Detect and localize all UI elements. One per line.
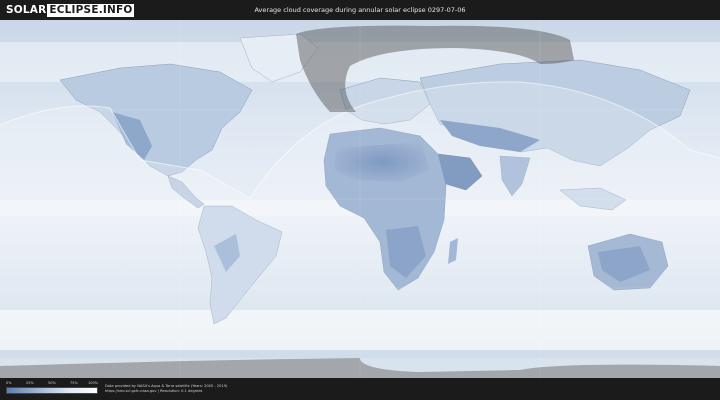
legend-tick-25: 25% [26,381,34,385]
legend-tick-0: 0% [6,381,12,385]
cloud-coverage-map [0,20,720,378]
page-title: Average cloud coverage during annular so… [254,6,466,14]
footer-bar: 0% 25% 50% 75% 100% Data provided by NAS… [0,378,720,400]
credits-line-2[interactable]: https://neo.sci.gsfc.nasa.gov | Resoluti… [105,389,227,394]
legend-tick-50: 50% [48,381,56,385]
header-bar: SOLAR ECLIPSE.INFO Average cloud coverag… [0,0,720,20]
legend-color-bar [6,387,98,394]
cloud-legend: 0% 25% 50% 75% 100% [6,381,99,394]
logo-solar-text: SOLAR [6,4,47,16]
logo-eclipse-text: ECLIPSE.INFO [47,4,135,17]
data-credits: Data provided by NASA's Aqua & Terra sat… [105,384,227,394]
legend-tick-100: 100% [88,381,99,385]
world-map [0,20,720,378]
site-logo[interactable]: SOLAR ECLIPSE.INFO [6,4,135,17]
legend-ticks: 0% 25% 50% 75% 100% [6,381,99,387]
eclipse-map-page: SOLAR ECLIPSE.INFO Average cloud coverag… [0,0,720,400]
legend-tick-75: 75% [70,381,78,385]
